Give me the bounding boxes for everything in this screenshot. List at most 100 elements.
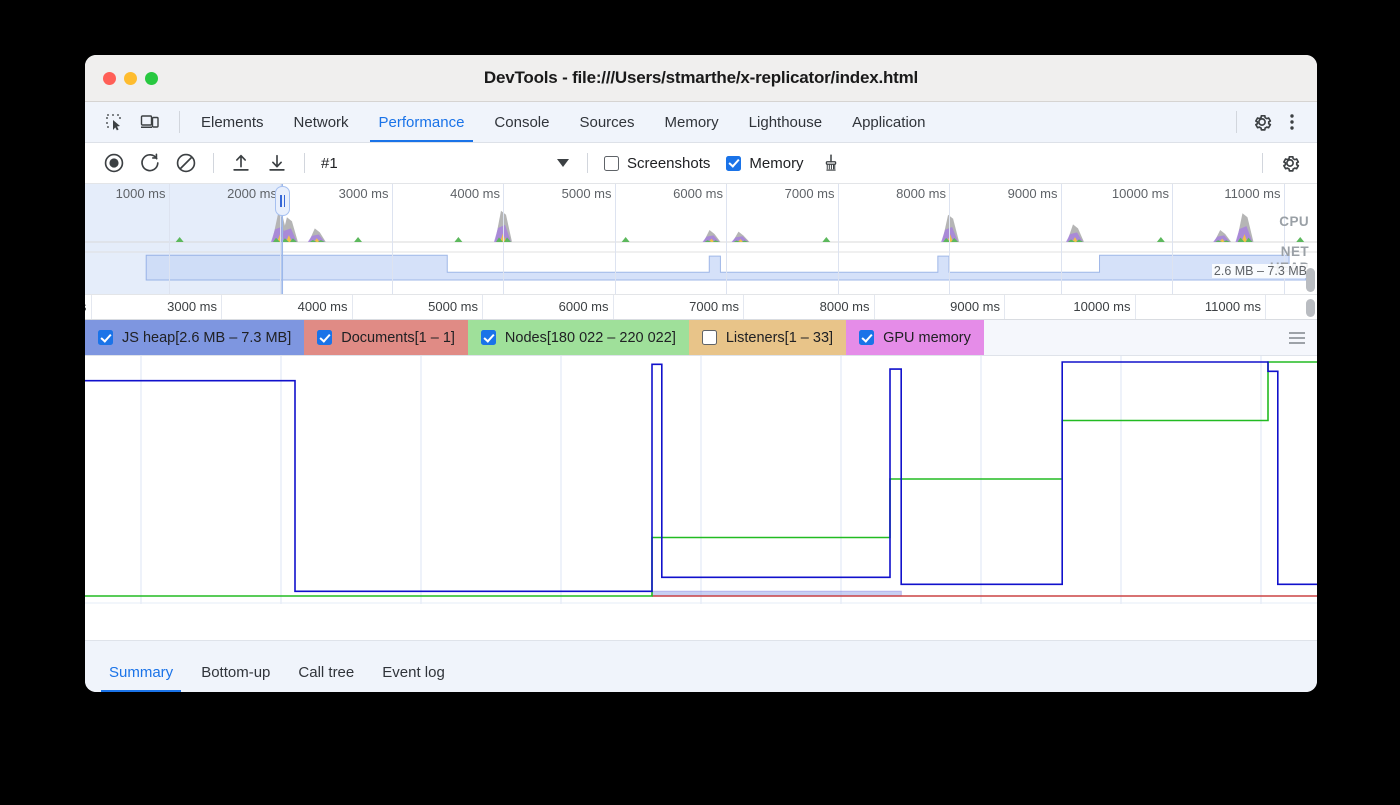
toolbar-divider-3 [587,153,588,173]
checkbox-box [481,330,496,345]
timeline-ruler: 00 ms3000 ms4000 ms5000 ms6000 ms7000 ms… [85,294,1317,320]
hamburger-menu-icon[interactable] [1277,320,1317,355]
overview-tick-label: 10000 ms [1112,186,1169,201]
tab-label: Network [294,114,349,131]
checkbox-box [317,330,332,345]
record-button[interactable] [97,148,131,178]
tab-label: Memory [665,114,719,131]
tab-label: Lighthouse [749,114,822,131]
ruler-tick-label: 6000 ms [559,299,609,314]
memory-checkbox[interactable]: Memory [726,155,803,172]
window-titlebar: DevTools - file:///Users/stmarthe/x-repl… [85,55,1317,102]
drawer-tab-event-log[interactable]: Event log [368,665,459,692]
memory-chart-canvas [85,356,1317,604]
drawer-tab-call-tree[interactable]: Call tree [284,665,368,692]
tabstrip-left-icons [85,102,173,142]
tab-lighthouse[interactable]: Lighthouse [734,102,837,142]
overview-cpu-label: CPU [1279,214,1309,229]
screenshot-root: DevTools - file:///Users/stmarthe/x-repl… [0,0,1400,805]
overview-tick-label: 1000 ms [116,186,166,201]
capture-settings-gear-icon[interactable] [1273,148,1307,178]
memory-legend-item-3[interactable]: Listeners[1 – 33] [689,320,846,355]
timeline-overview[interactable]: 1000 ms2000 ms3000 ms4000 ms5000 ms6000 … [85,184,1317,294]
overview-tick-label: 5000 ms [562,186,612,201]
ruler-tick: 3000 ms [221,295,222,319]
memory-legend-item-2[interactable]: Nodes[180 022 – 220 022] [468,320,689,355]
ruler-tick: 6000 ms [613,295,614,319]
memory-legend-label: Documents[1 – 1] [341,330,455,346]
tabstrip-right-divider [1236,111,1237,133]
ruler-tick: 8000 ms [874,295,875,319]
ruler-tick-label: 11000 ms [1205,299,1261,314]
performance-toolbar: #1 Screenshots Memory [85,143,1317,184]
tab-application[interactable]: Application [837,102,940,142]
tab-elements[interactable]: Elements [186,102,279,142]
ruler-tick-label: 3000 ms [167,299,217,314]
tab-label: Sources [579,114,634,131]
ruler-tick: 4000 ms [352,295,353,319]
ruler-tick: 00 ms [91,295,92,319]
ruler-tick: 9000 ms [1004,295,1005,319]
overview-tick: 1000 ms [169,184,170,294]
reload-and-record-button[interactable] [133,148,167,178]
memory-counters-chart[interactable] [85,356,1317,604]
devtools-window: DevTools - file:///Users/stmarthe/x-repl… [85,55,1317,692]
overview-tick: 6000 ms [726,184,727,294]
memory-label: Memory [749,155,803,172]
more-options-icon[interactable] [1277,108,1307,136]
overview-scroll-thumb[interactable] [1306,268,1315,292]
save-profile-button[interactable] [260,148,294,178]
collect-garbage-icon[interactable] [814,148,848,178]
ruler-tick-label: 8000 ms [820,299,870,314]
memory-legend-item-1[interactable]: Documents[1 – 1] [304,320,468,355]
details-drawer: Summary Bottom-up Call tree Event log [85,640,1317,692]
overview-tick-label: 6000 ms [673,186,723,201]
checkbox-box [859,330,874,345]
tab-network[interactable]: Network [279,102,364,142]
ruler-tick-label: 00 ms [85,299,87,314]
ruler-tick-label: 7000 ms [689,299,739,314]
checkbox-box [604,156,619,171]
recording-select[interactable]: #1 [315,149,575,177]
tab-label: Elements [201,114,264,131]
settings-gear-icon[interactable] [1247,108,1277,136]
load-profile-button[interactable] [224,148,258,178]
ruler-tick-label: 10000 ms [1073,299,1130,314]
devtools-tabstrip: Elements Network Performance Console Sou… [85,102,1317,143]
tab-performance[interactable]: Performance [364,102,480,142]
toolbar-divider-4 [1262,153,1263,173]
overview-tick-label: 2000 ms [227,186,277,201]
tab-sources[interactable]: Sources [564,102,649,142]
window-title: DevTools - file:///Users/stmarthe/x-repl… [85,68,1317,88]
overview-tick-label: 7000 ms [785,186,835,201]
overview-tick: 9000 ms [1061,184,1062,294]
toolbar-divider-2 [304,153,305,173]
screenshots-checkbox[interactable]: Screenshots [604,155,710,172]
tabstrip-right-icons [1232,102,1317,142]
tab-memory[interactable]: Memory [650,102,734,142]
overview-selection-handle[interactable] [275,186,290,216]
overview-tick-label: 9000 ms [1008,186,1058,201]
device-toolbar-icon[interactable] [135,108,165,136]
tab-console[interactable]: Console [479,102,564,142]
overview-tick-label: 11000 ms [1224,186,1280,201]
memory-legend-item-4[interactable]: GPU memory [846,320,984,355]
clear-button[interactable] [169,148,203,178]
overview-tick: 8000 ms [949,184,950,294]
memory-legend-label: GPU memory [883,330,971,346]
drawer-tab-bottom-up[interactable]: Bottom-up [187,665,284,692]
ruler-scroll-thumb[interactable] [1306,299,1315,317]
inspect-element-icon[interactable] [99,108,129,136]
drawer-tab-label: Bottom-up [201,664,270,681]
drawer-tab-label: Call tree [298,664,354,681]
ruler-tick: 11000 ms [1265,295,1266,319]
drawer-tab-summary[interactable]: Summary [95,665,187,692]
overview-tick: 5000 ms [615,184,616,294]
ruler-tick: 7000 ms [743,295,744,319]
devtools-tabs: Elements Network Performance Console Sou… [186,102,940,142]
tabstrip-divider [179,111,180,133]
ruler-tick: 10000 ms [1135,295,1136,319]
checkbox-box [726,156,741,171]
memory-legend-item-0[interactable]: JS heap[2.6 MB – 7.3 MB] [85,320,304,355]
overview-tick: 3000 ms [392,184,393,294]
